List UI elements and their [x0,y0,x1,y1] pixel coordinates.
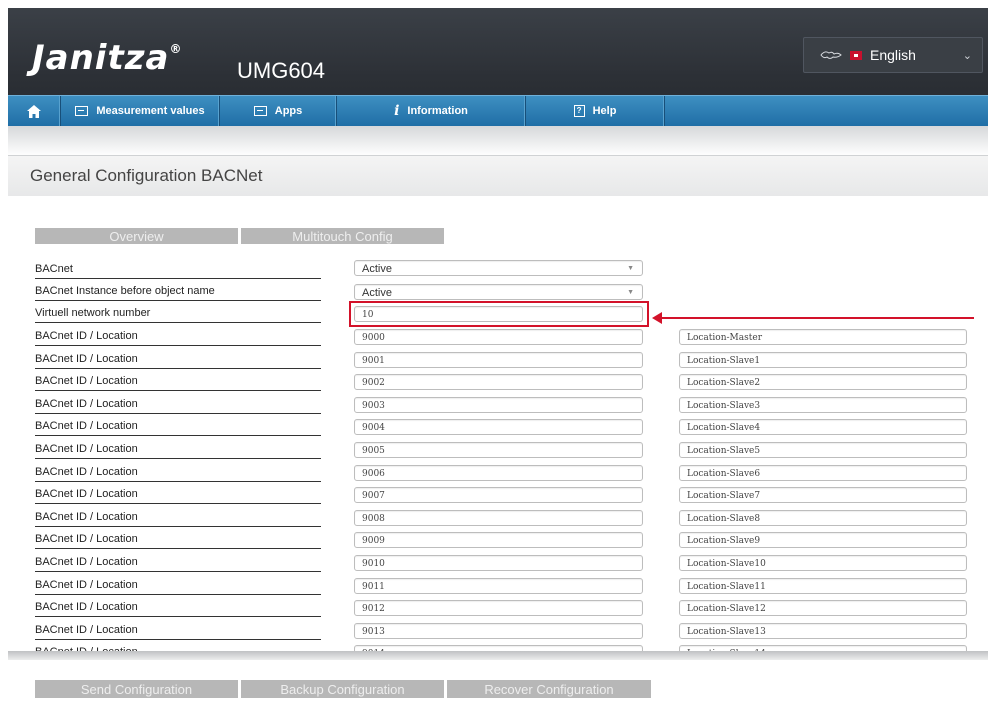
dropdown-arrow-icon: ▼ [627,265,634,272]
bacnet-id-label: BACnet ID / Location [35,600,321,618]
arrow-left-icon [652,312,662,324]
bacnet-id-label: BACnet ID / Location [35,352,321,369]
location-input[interactable]: Location-Master [679,329,967,345]
highlight-box [349,301,649,327]
location-input[interactable]: Location-Slave4 [679,419,967,436]
bacnet-id-input[interactable]: 9011 [354,577,643,594]
location-input[interactable]: Location-Slave12 [679,600,967,617]
location-input[interactable]: Location-Slave7 [679,487,967,504]
instance-select[interactable]: Active ▼ [354,284,643,300]
device-model: UMG604 [237,58,326,83]
bacnet-id-input[interactable]: 9002 [354,374,643,391]
bacnet-id-label: BACnet ID / Location [35,578,321,595]
dropdown-arrow-icon: ▼ [627,289,634,296]
bacnet-id-label: BACnet ID / Location [35,397,321,414]
bacnet-id-input[interactable]: 9004 [354,419,643,436]
bacnet-id-label: BACnet ID / Location [35,442,321,459]
location-input[interactable]: Location-Slave3 [679,396,967,413]
bacnet-id-input[interactable]: 9003 [354,396,643,413]
bacnet-id-label: BACnet ID / Location [35,419,321,437]
main-nav: Measurement values Apps i Information ? … [8,95,988,126]
network-label: Virtuell network number [35,306,321,323]
bacnet-id-input[interactable]: 9010 [354,555,643,571]
config-tabs: Overview Multitouch Config [35,228,447,244]
header-shadow [8,126,988,156]
nav-label: Help [592,105,617,117]
annotation-arrow-line [660,317,974,319]
bacnet-id-input[interactable]: 9001 [354,351,643,368]
bacnet-id-label: BACnet ID / Location [35,329,321,346]
janitza-logo: Janitza® [32,38,183,78]
location-input[interactable]: Location-Slave6 [679,464,967,481]
bacnet-id-label: BACnet ID / Location [35,532,321,550]
help-icon: ? [573,105,585,117]
nav-home[interactable] [8,96,61,126]
footer-divider [8,651,988,660]
location-input[interactable]: Location-Slave13 [679,622,967,639]
recover-configuration-button[interactable]: Recover Configuration [447,680,651,698]
bacnet-id-input[interactable]: 9005 [354,442,643,458]
page-title: General Configuration BACNet [30,166,263,185]
bacnet-id-label: BACnet ID / Location [35,623,321,640]
language-selector[interactable]: English ⌄ [803,37,983,73]
instance-label: BACnet Instance before object name [35,284,321,301]
location-input[interactable]: Location-Slave11 [679,577,967,594]
home-icon [27,104,41,118]
language-label: English [870,47,916,63]
globe-icon [820,51,842,59]
bacnet-id-input[interactable]: 9013 [354,622,643,639]
nav-label: Information [407,105,468,117]
info-icon: i [394,103,400,119]
instance-value: Active [362,287,392,299]
panel-header: General Configuration BACNet [8,155,988,197]
nav-help[interactable]: ? Help [526,96,665,126]
footer-buttons: Send Configuration Backup Configuration … [35,680,654,698]
uk-flag-icon [850,50,862,60]
nav-label: Measurement values [96,105,205,117]
bacnet-label: BACnet [35,262,321,279]
bacnet-id-label: BACnet ID / Location [35,555,321,572]
nav-information[interactable]: i Information [337,96,526,126]
location-input[interactable]: Location-Slave10 [679,555,967,571]
bacnet-select[interactable]: Active ▼ [354,260,643,276]
bacnet-id-input[interactable]: 9008 [354,509,643,526]
bacnet-id-label: BACnet ID / Location [35,465,321,482]
bacnet-id-input[interactable]: 9000 [354,329,643,345]
nav-label: Apps [274,105,303,117]
bacnet-id-input[interactable]: 9009 [354,532,643,549]
location-input[interactable]: Location-Slave8 [679,509,967,526]
location-input[interactable]: Location-Slave9 [679,532,967,549]
location-input[interactable]: Location-Slave1 [679,351,967,368]
location-input[interactable]: Location-Slave5 [679,442,967,458]
bacnet-id-input[interactable]: 9007 [354,487,643,504]
bacnet-id-input[interactable]: 9012 [354,600,643,617]
tab-multitouch-config[interactable]: Multitouch Config [241,228,444,244]
nav-measurement-values[interactable]: Measurement values [61,96,220,126]
bacnet-id-input[interactable]: 9006 [354,464,643,481]
bacnet-id-label: BACnet ID / Location [35,510,321,527]
bacnet-id-label: BACnet ID / Location [35,374,321,392]
backup-configuration-button[interactable]: Backup Configuration [241,680,444,698]
apps-icon [253,106,267,116]
location-input[interactable]: Location-Slave2 [679,374,967,391]
chart-icon [75,106,89,116]
nav-apps[interactable]: Apps [220,96,337,126]
tab-overview[interactable]: Overview [35,228,238,244]
bacnet-value: Active [362,263,392,275]
chevron-down-icon: ⌄ [962,49,972,62]
bacnet-id-label: BACnet ID / Location [35,487,321,505]
send-configuration-button[interactable]: Send Configuration [35,680,238,698]
